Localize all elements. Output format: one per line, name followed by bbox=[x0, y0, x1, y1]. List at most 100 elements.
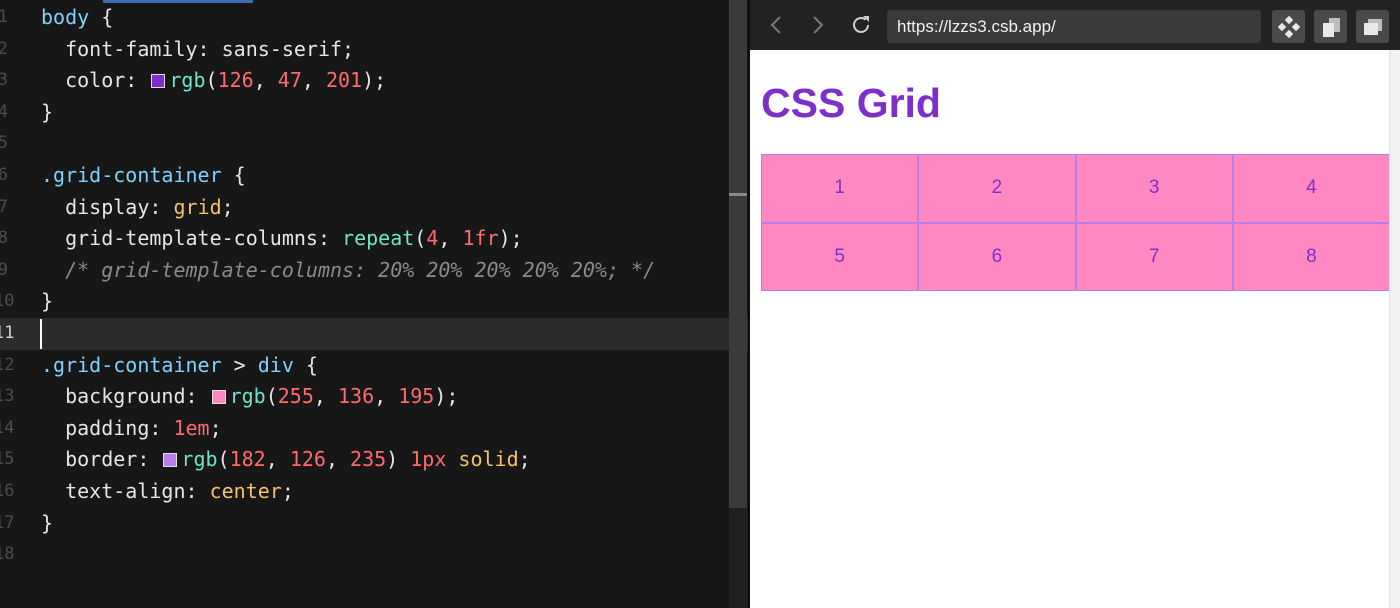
code-line[interactable]: 6 .grid-container { bbox=[0, 160, 748, 192]
line-number: 14 bbox=[0, 417, 15, 438]
code-token: ( bbox=[217, 447, 230, 472]
code-token: solid bbox=[458, 447, 519, 472]
grid-container: 1234 5678 bbox=[761, 154, 1390, 291]
line-number: 17 bbox=[0, 512, 15, 533]
code-token: 201 bbox=[325, 68, 363, 93]
code-token: { bbox=[293, 352, 318, 377]
code-token: center bbox=[209, 478, 282, 503]
code-token: 182 bbox=[229, 447, 266, 472]
code-token: .grid-container bbox=[41, 162, 222, 187]
grid-item: 5 bbox=[761, 222, 919, 291]
code-line[interactable]: 5 bbox=[0, 128, 748, 160]
code-line[interactable]: 17} bbox=[0, 508, 748, 540]
code-token: , bbox=[438, 226, 463, 251]
code-token: ; bbox=[221, 194, 234, 219]
grid-item: 7 bbox=[1075, 222, 1233, 291]
grid-item: 4 bbox=[1232, 154, 1390, 223]
line-content: font-family: sans-serif; bbox=[41, 34, 354, 66]
code-token: { bbox=[89, 5, 114, 29]
color-swatch[interactable] bbox=[163, 453, 178, 468]
forward-button[interactable] bbox=[804, 10, 832, 40]
code-token: , bbox=[325, 447, 351, 472]
code-token: 136 bbox=[337, 384, 375, 409]
line-content: /* grid-template-columns: 20% 20% 20% 20… bbox=[41, 255, 655, 287]
line-content: } bbox=[41, 286, 53, 318]
code-token: , bbox=[253, 68, 278, 93]
code-line[interactable]: 1 body { bbox=[0, 2, 748, 34]
code-token: ( bbox=[265, 384, 278, 409]
color-swatch[interactable] bbox=[211, 390, 226, 405]
codesandbox-button[interactable] bbox=[1272, 10, 1305, 43]
page-viewport: CSS Grid 1234 5678 bbox=[750, 50, 1400, 608]
code-token: ); bbox=[434, 384, 459, 409]
editor-scrollbar-thumb[interactable] bbox=[729, 0, 747, 508]
code-token: , bbox=[265, 447, 290, 472]
code-token: 126 bbox=[289, 447, 326, 472]
code-line[interactable]: 8 grid-template-columns: repeat(4, 1fr); bbox=[0, 223, 748, 255]
code-line[interactable]: 13 background: rgb(255, 136, 195); bbox=[0, 381, 748, 413]
browser-scrollbar[interactable] bbox=[1389, 50, 1400, 608]
code-token: padding: bbox=[65, 415, 174, 440]
code-line[interactable]: 11 bbox=[0, 317, 748, 350]
grid-item: 6 bbox=[918, 222, 1076, 291]
code-token: ); bbox=[362, 68, 387, 93]
code-token: rgb bbox=[229, 384, 266, 409]
code-token: /* grid-template-columns: 20% 20% 20% 20… bbox=[65, 257, 656, 282]
code-line[interactable]: 15 border: rgb(182, 126, 235) 1px solid; bbox=[0, 444, 748, 476]
code-line[interactable]: 10} bbox=[0, 286, 748, 318]
line-content: padding: 1em; bbox=[41, 413, 222, 445]
code-token: 1fr bbox=[462, 226, 499, 251]
code-line[interactable]: 18 bbox=[0, 539, 748, 571]
browser-toolbar: https://lzzs3.csb.app/ bbox=[750, 0, 1400, 50]
code-line[interactable]: 12 .grid-container > div { bbox=[0, 350, 748, 382]
grid-item: 2 bbox=[918, 154, 1076, 223]
code-token: } bbox=[41, 289, 54, 314]
code-token: 47 bbox=[277, 68, 302, 93]
url-bar[interactable]: https://lzzs3.csb.app/ bbox=[887, 10, 1261, 43]
copy-button[interactable] bbox=[1314, 10, 1347, 43]
code-lines[interactable]: 1 body {2 font-family: sans-serif; 3 color… bbox=[0, 2, 748, 571]
text-cursor bbox=[40, 319, 42, 350]
open-window-button[interactable] bbox=[1356, 10, 1389, 43]
code-line[interactable]: 3 color: rgb(126, 47, 201); bbox=[0, 65, 748, 97]
line-number: 3 bbox=[0, 70, 8, 91]
code-token: sans-serif; bbox=[221, 36, 355, 61]
line-content: } bbox=[41, 508, 53, 540]
code-line[interactable]: 14 padding: 1em; bbox=[0, 413, 748, 445]
code-token: ) bbox=[386, 447, 411, 472]
color-swatch[interactable] bbox=[151, 74, 166, 89]
line-number: 1 bbox=[0, 7, 8, 27]
code-token: background: bbox=[65, 384, 210, 409]
chevron-left-icon bbox=[770, 16, 781, 34]
codesandbox-icon bbox=[1277, 15, 1300, 38]
line-number: 5 bbox=[0, 133, 8, 154]
code-token: repeat bbox=[342, 226, 415, 251]
code-token: grid-template-columns: bbox=[65, 226, 343, 251]
code-line[interactable]: 4} bbox=[0, 97, 748, 129]
code-line[interactable]: 16 text-align: center; bbox=[0, 476, 748, 508]
line-content bbox=[40, 318, 42, 350]
back-button[interactable] bbox=[762, 10, 790, 40]
line-content: grid-template-columns: repeat(4, 1fr); bbox=[41, 223, 523, 255]
code-token: ( bbox=[414, 226, 427, 251]
code-editor[interactable]: 1 body {2 font-family: sans-serif; 3 color… bbox=[0, 0, 748, 608]
code-line[interactable]: 9 /* grid-template-columns: 20% 20% 20% … bbox=[0, 255, 748, 287]
editor-scroll-position-marker bbox=[729, 193, 747, 196]
code-token: ( bbox=[205, 68, 218, 93]
code-token: text-align: bbox=[65, 478, 210, 503]
line-content: color: rgb(126, 47, 201); bbox=[41, 65, 386, 97]
reload-button[interactable] bbox=[847, 10, 875, 40]
copy-icon bbox=[1322, 17, 1340, 37]
code-token: ; bbox=[518, 447, 531, 472]
code-line[interactable]: 2 font-family: sans-serif; bbox=[0, 34, 748, 66]
code-token: font-family: bbox=[65, 36, 222, 61]
code-line[interactable]: 7 display: grid; bbox=[0, 192, 748, 224]
code-token: border: bbox=[65, 447, 162, 472]
code-token: div bbox=[257, 352, 294, 377]
line-number: 16 bbox=[0, 480, 15, 501]
line-number: 8 bbox=[0, 228, 8, 249]
